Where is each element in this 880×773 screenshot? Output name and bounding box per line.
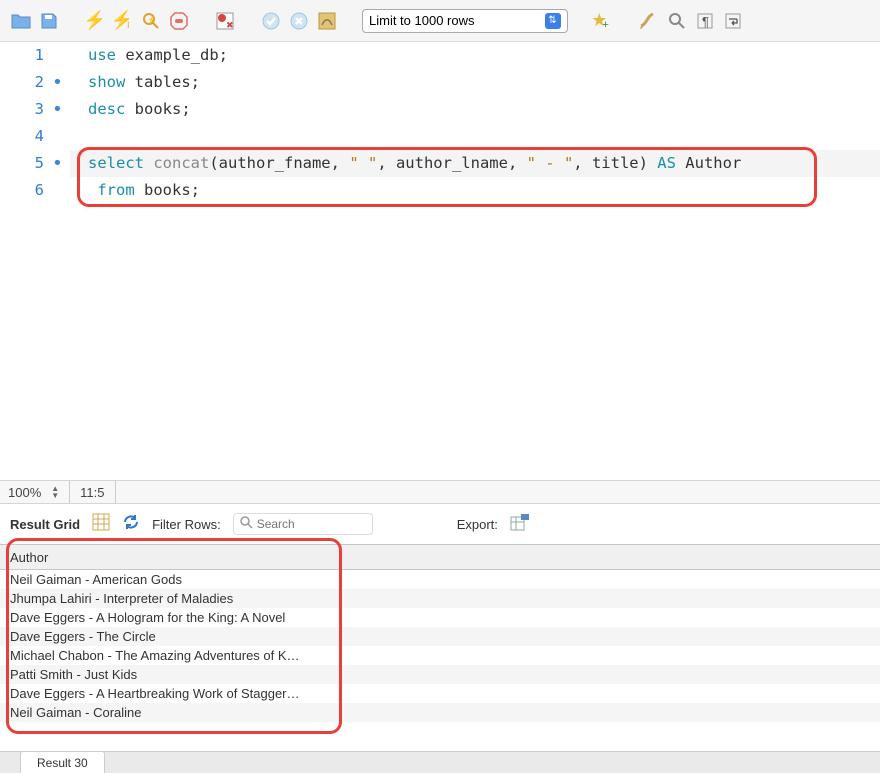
open-file-icon[interactable]: [10, 10, 32, 32]
export-label: Export:: [457, 517, 498, 532]
sql-editor[interactable]: 1 2• 3• 4 5• 6 use example_db; show tabl…: [0, 42, 880, 480]
main-toolbar: ⚡ ⚡I ⚡ ✖ Limit to 1000 rows ⇅ ★+ ¶: [0, 0, 880, 42]
row-limit-label: Limit to 1000 rows: [369, 13, 475, 28]
table-row: Dave Eggers - A Heartbreaking Work of St…: [0, 684, 880, 703]
execute-icon[interactable]: ⚡: [84, 10, 106, 32]
find-icon[interactable]: [666, 10, 688, 32]
autocommit-icon[interactable]: [316, 10, 338, 32]
invisible-chars-icon[interactable]: ¶: [694, 10, 716, 32]
table-row: Patti Smith - Just Kids: [0, 665, 880, 684]
filter-search-input[interactable]: [257, 517, 366, 531]
zoom-stepper[interactable]: ▲▼: [51, 485, 59, 499]
results-area: Author Neil Gaiman - American Gods Jhump…: [0, 544, 880, 751]
table-row: Neil Gaiman - American Gods: [0, 570, 880, 589]
table-row: Dave Eggers - The Circle: [0, 627, 880, 646]
results-grid[interactable]: Author Neil Gaiman - American Gods Jhump…: [0, 544, 880, 722]
table-row: Dave Eggers - A Hologram for the King: A…: [0, 608, 880, 627]
table-row: Neil Gaiman - Coraline: [0, 703, 880, 722]
stop-on-error-icon[interactable]: ✖: [214, 10, 236, 32]
result-grid-title: Result Grid: [10, 517, 80, 532]
export-icon[interactable]: [510, 513, 530, 536]
results-toolbar: Result Grid Filter Rows: Export:: [0, 504, 880, 544]
code-area[interactable]: use example_db; show tables; desc books;…: [70, 42, 880, 480]
table-row: Jhumpa Lahiri - Interpreter of Maladies: [0, 589, 880, 608]
refresh-icon[interactable]: [122, 513, 140, 536]
results-tabstrip: Result 30: [0, 751, 880, 773]
explain-icon[interactable]: ⚡: [140, 10, 162, 32]
grid-body: Neil Gaiman - American Gods Jhumpa Lahir…: [0, 570, 880, 722]
svg-text:✖: ✖: [226, 20, 234, 30]
filter-rows-label: Filter Rows:: [152, 517, 221, 532]
row-limit-select[interactable]: Limit to 1000 rows ⇅: [362, 9, 568, 33]
chevron-updown-icon: ⇅: [545, 13, 561, 29]
save-icon[interactable]: [38, 10, 60, 32]
editor-statusbar: 100% ▲▼ 11:5: [0, 480, 880, 504]
filter-search-field[interactable]: [233, 513, 373, 535]
table-row: Michael Chabon - The Amazing Adventures …: [0, 646, 880, 665]
result-tab[interactable]: Result 30: [20, 751, 105, 773]
svg-text:⚡: ⚡: [147, 15, 156, 24]
search-icon: [240, 516, 253, 532]
rollback-icon[interactable]: [288, 10, 310, 32]
favorite-icon[interactable]: ★+: [592, 10, 614, 32]
stop-icon[interactable]: [168, 10, 190, 32]
execute-cursor-icon[interactable]: ⚡I: [112, 10, 134, 32]
result-grid-icon[interactable]: [92, 513, 110, 536]
zoom-level: 100%: [8, 485, 41, 500]
beautify-icon[interactable]: [638, 10, 660, 32]
line-gutter: 1 2• 3• 4 5• 6: [0, 42, 70, 480]
wrap-icon[interactable]: [722, 10, 744, 32]
cursor-position: 11:5: [80, 485, 104, 500]
svg-text:¶: ¶: [702, 14, 709, 29]
commit-icon[interactable]: [260, 10, 282, 32]
column-header[interactable]: Author: [0, 544, 880, 570]
